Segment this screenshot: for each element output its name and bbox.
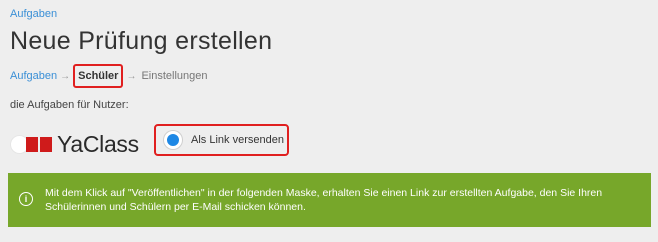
- radio-option-link-label: Als Link versenden: [191, 134, 284, 146]
- breadcrumb-arrow-icon: →: [126, 70, 137, 82]
- radio-option-link[interactable]: Als Link versenden: [154, 124, 289, 156]
- yaclass-book-logo-icon: [26, 137, 52, 152]
- breadcrumb-step-einstellungen: Einstellungen: [141, 70, 208, 82]
- page-title: Neue Prüfung erstellen: [10, 27, 273, 55]
- breadcrumb: Aufgaben → Schüler → Einstellungen: [10, 64, 208, 88]
- radio-option-yaclass[interactable]: YaClass: [10, 131, 139, 158]
- info-banner: i Mit dem Klick auf "Veröffentlichen" in…: [8, 173, 651, 227]
- info-text: Mit dem Klick auf "Veröffentlichen" in d…: [45, 187, 603, 213]
- radio-selected-icon[interactable]: [164, 131, 182, 149]
- breadcrumb-step-schueler: Schüler: [73, 64, 124, 88]
- info-icon: i: [19, 192, 33, 206]
- yaclass-logo-text: YaClass: [57, 131, 139, 157]
- breadcrumb-step-aufgaben[interactable]: Aufgaben: [10, 70, 57, 82]
- back-link-aufgaben[interactable]: Aufgaben: [10, 8, 57, 20]
- audience-label: die Aufgaben für Nutzer:: [10, 99, 129, 111]
- breadcrumb-arrow-icon: →: [60, 70, 71, 82]
